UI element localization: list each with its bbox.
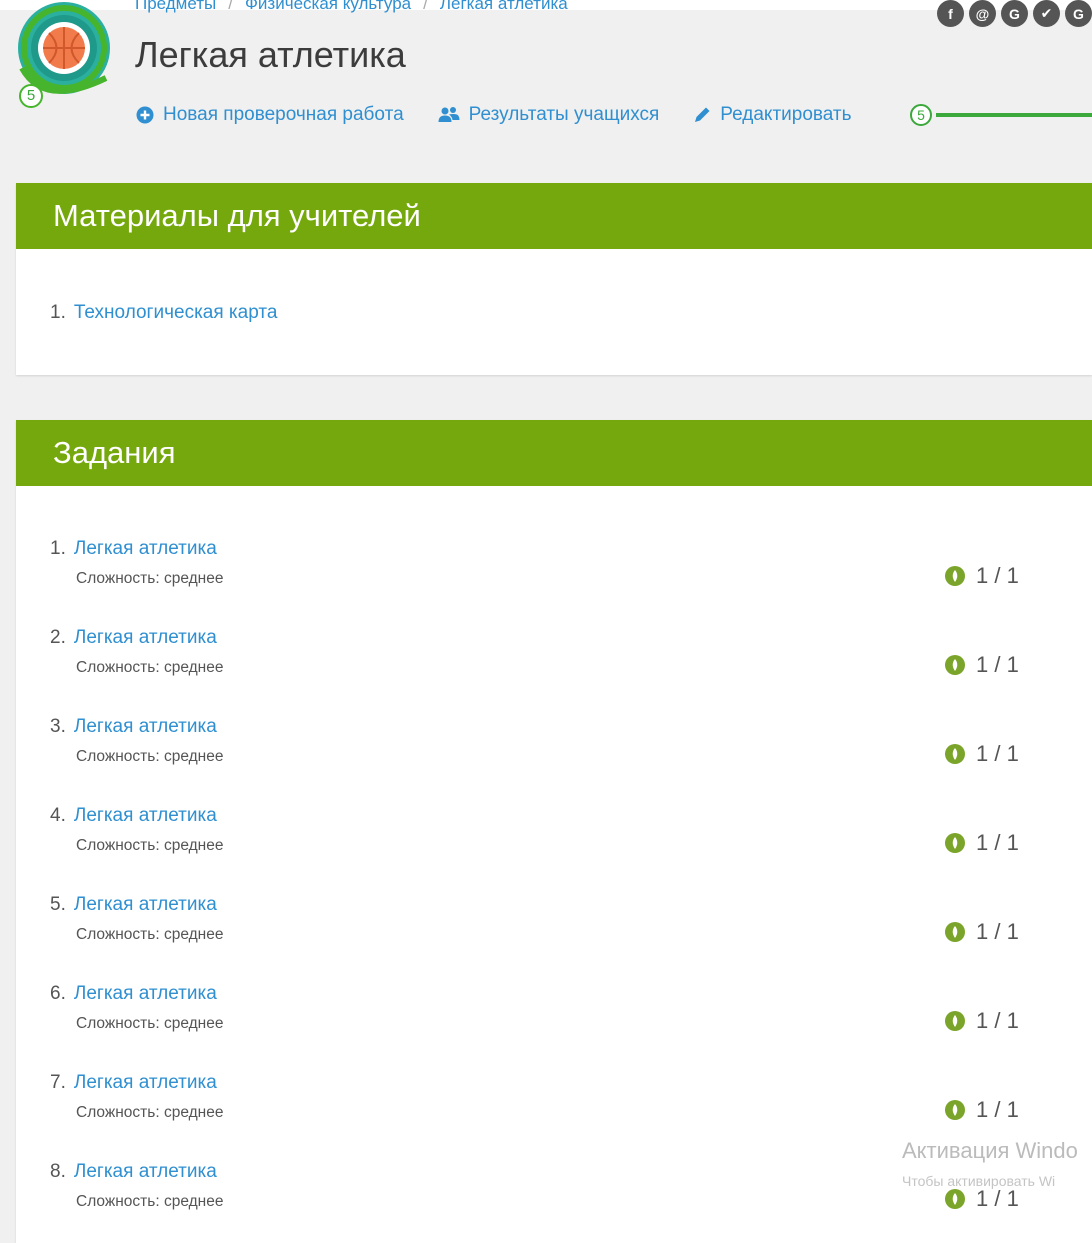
task-number: 2.: [50, 627, 66, 648]
new-test-label: Новая проверочная работа: [163, 104, 404, 125]
task-score: 1 / 1: [944, 830, 1019, 856]
task-number: 3.: [50, 716, 66, 737]
task-item: 4. Легкая атлетика Сложность: среднее: [50, 805, 223, 855]
task-number: 7.: [50, 1072, 66, 1093]
task-score-value: 1 / 1: [976, 919, 1019, 944]
task-number: 6.: [50, 983, 66, 1004]
check-leaf-icon: [945, 1100, 965, 1120]
task-number: 4.: [50, 805, 66, 826]
level-progress-bar: [936, 113, 1092, 117]
task-score-value: 1 / 1: [976, 563, 1019, 588]
social-icons: f @ G ✔ G: [937, 0, 1092, 27]
check-leaf-icon: [945, 1189, 965, 1209]
task-score-value: 1 / 1: [976, 652, 1019, 677]
task-score: 1 / 1: [944, 919, 1019, 945]
task-score: 1 / 1: [944, 1008, 1019, 1034]
task-link[interactable]: Легкая атлетика: [74, 805, 217, 826]
windows-activation-watermark: Активация Windo: [902, 1138, 1078, 1163]
materials-header: Материалы для учителей: [16, 183, 1092, 249]
task-difficulty: Сложность: среднее: [76, 1104, 224, 1121]
task-link[interactable]: Легкая атлетика: [74, 894, 217, 915]
facebook-icon[interactable]: f: [937, 0, 964, 27]
task-number: 1.: [50, 538, 66, 559]
task-difficulty: Сложность: среднее: [76, 1193, 224, 1210]
task-score: 1 / 1: [944, 1097, 1019, 1123]
windows-activation-hint: Чтобы активировать Wi: [902, 1173, 1056, 1189]
edit-label: Редактировать: [720, 104, 852, 125]
task-score-value: 1 / 1: [976, 741, 1019, 766]
task-difficulty: Сложность: среднее: [76, 748, 224, 765]
breadcrumb-item-athletics[interactable]: Легкая атлетика: [440, 0, 568, 13]
check-leaf-icon: [945, 922, 965, 942]
task-link[interactable]: Легкая атлетика: [74, 1072, 217, 1093]
task-score: 1 / 1: [944, 563, 1019, 589]
mail-icon[interactable]: @: [969, 0, 996, 27]
task-item: 5. Легкая атлетика Сложность: среднее: [50, 894, 223, 944]
subject-logo[interactable]: 5: [14, 0, 114, 114]
vk-icon[interactable]: ✔: [1033, 0, 1060, 27]
logo-level: 5: [26, 87, 36, 104]
task-difficulty: Сложность: среднее: [76, 659, 224, 676]
check-leaf-icon: [945, 833, 965, 853]
task-score-value: 1 / 1: [976, 830, 1019, 855]
task-difficulty: Сложность: среднее: [76, 837, 224, 854]
action-bar: Новая проверочная работа Результаты учащ…: [136, 104, 886, 126]
check-leaf-icon: [945, 1011, 965, 1031]
task-difficulty: Сложность: среднее: [76, 1015, 224, 1032]
breadcrumb: Предметы / Физическая культура / Легкая атле…: [135, 0, 568, 14]
task-item: 2. Легкая атлетика Сложность: среднее: [50, 627, 223, 677]
check-leaf-icon: [945, 744, 965, 764]
breadcrumb-item-subjects[interactable]: Предметы: [135, 0, 216, 13]
task-link[interactable]: Легкая атлетика: [74, 1161, 217, 1182]
task-score-value: 1 / 1: [976, 1097, 1019, 1122]
users-icon: [438, 107, 460, 122]
edit-button[interactable]: Редактировать: [693, 104, 852, 126]
check-leaf-icon: [945, 655, 965, 675]
page-title: Легкая атлетика: [135, 34, 406, 75]
task-item: 1. Легкая атлетика Сложность: среднее: [50, 538, 223, 588]
task-score: 1 / 1: [944, 741, 1019, 767]
task-difficulty: Сложность: среднее: [76, 926, 224, 943]
check-leaf-icon: [945, 566, 965, 586]
task-link[interactable]: Легкая атлетика: [74, 627, 217, 648]
plus-circle-icon: [136, 106, 154, 124]
pencil-icon: [695, 107, 710, 122]
task-score: 1 / 1: [944, 1186, 1019, 1212]
material-link[interactable]: Технологическая карта: [74, 302, 278, 323]
task-item: 6. Легкая атлетика Сложность: среднее: [50, 983, 223, 1033]
task-link[interactable]: Легкая атлетика: [74, 538, 217, 559]
task-link[interactable]: Легкая атлетика: [74, 716, 217, 737]
student-results-label: Результаты учащихся: [468, 104, 660, 125]
task-item: 8. Легкая атлетика Сложность: среднее: [50, 1161, 223, 1211]
student-results-button[interactable]: Результаты учащихся: [438, 104, 660, 126]
google-plus-icon[interactable]: G: [1065, 0, 1092, 27]
level-badge: 5: [910, 104, 932, 126]
task-number: 5.: [50, 894, 66, 915]
breadcrumb-item-pe[interactable]: Физическая культура: [245, 0, 411, 13]
tasks-header: Задания: [16, 420, 1092, 486]
google-icon[interactable]: G: [1001, 0, 1028, 27]
materials-card: Материалы для учителей: [16, 183, 1092, 375]
task-item: 7. Легкая атлетика Сложность: среднее: [50, 1072, 223, 1122]
task-score-value: 1 / 1: [976, 1186, 1019, 1211]
task-score-value: 1 / 1: [976, 1008, 1019, 1033]
task-number: 8.: [50, 1161, 66, 1182]
level-progress: 5: [910, 104, 1092, 126]
task-difficulty: Сложность: среднее: [76, 570, 224, 587]
task-link[interactable]: Легкая атлетика: [74, 983, 217, 1004]
task-score: 1 / 1: [944, 652, 1019, 678]
task-item: 3. Легкая атлетика Сложность: среднее: [50, 716, 223, 766]
material-number: 1.: [50, 302, 66, 323]
new-test-button[interactable]: Новая проверочная работа: [136, 104, 404, 126]
material-item: 1. Технологическая карта: [50, 302, 277, 324]
